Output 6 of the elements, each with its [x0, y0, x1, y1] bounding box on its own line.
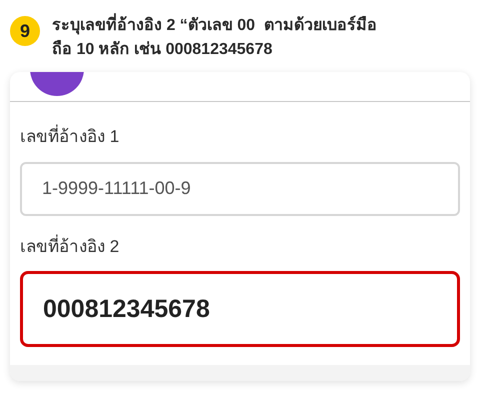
- instruction-text: ระบุเลขที่อ้างอิง 2 “ตัวเลข 00 ตามด้วยเบอร์มือถือ 10 หลัก เช่น 000812345678: [52, 14, 392, 62]
- field-label: เลขที่อ้างอิง 1: [20, 124, 120, 150]
- step-number-badge: 9: [10, 16, 40, 46]
- input-field[interactable]: 000812345678: [20, 271, 460, 347]
- input-field[interactable]: 1-9999-11111-00-9: [20, 162, 460, 216]
- field-label: เลขที่อ้างอิง 2: [20, 234, 120, 258]
